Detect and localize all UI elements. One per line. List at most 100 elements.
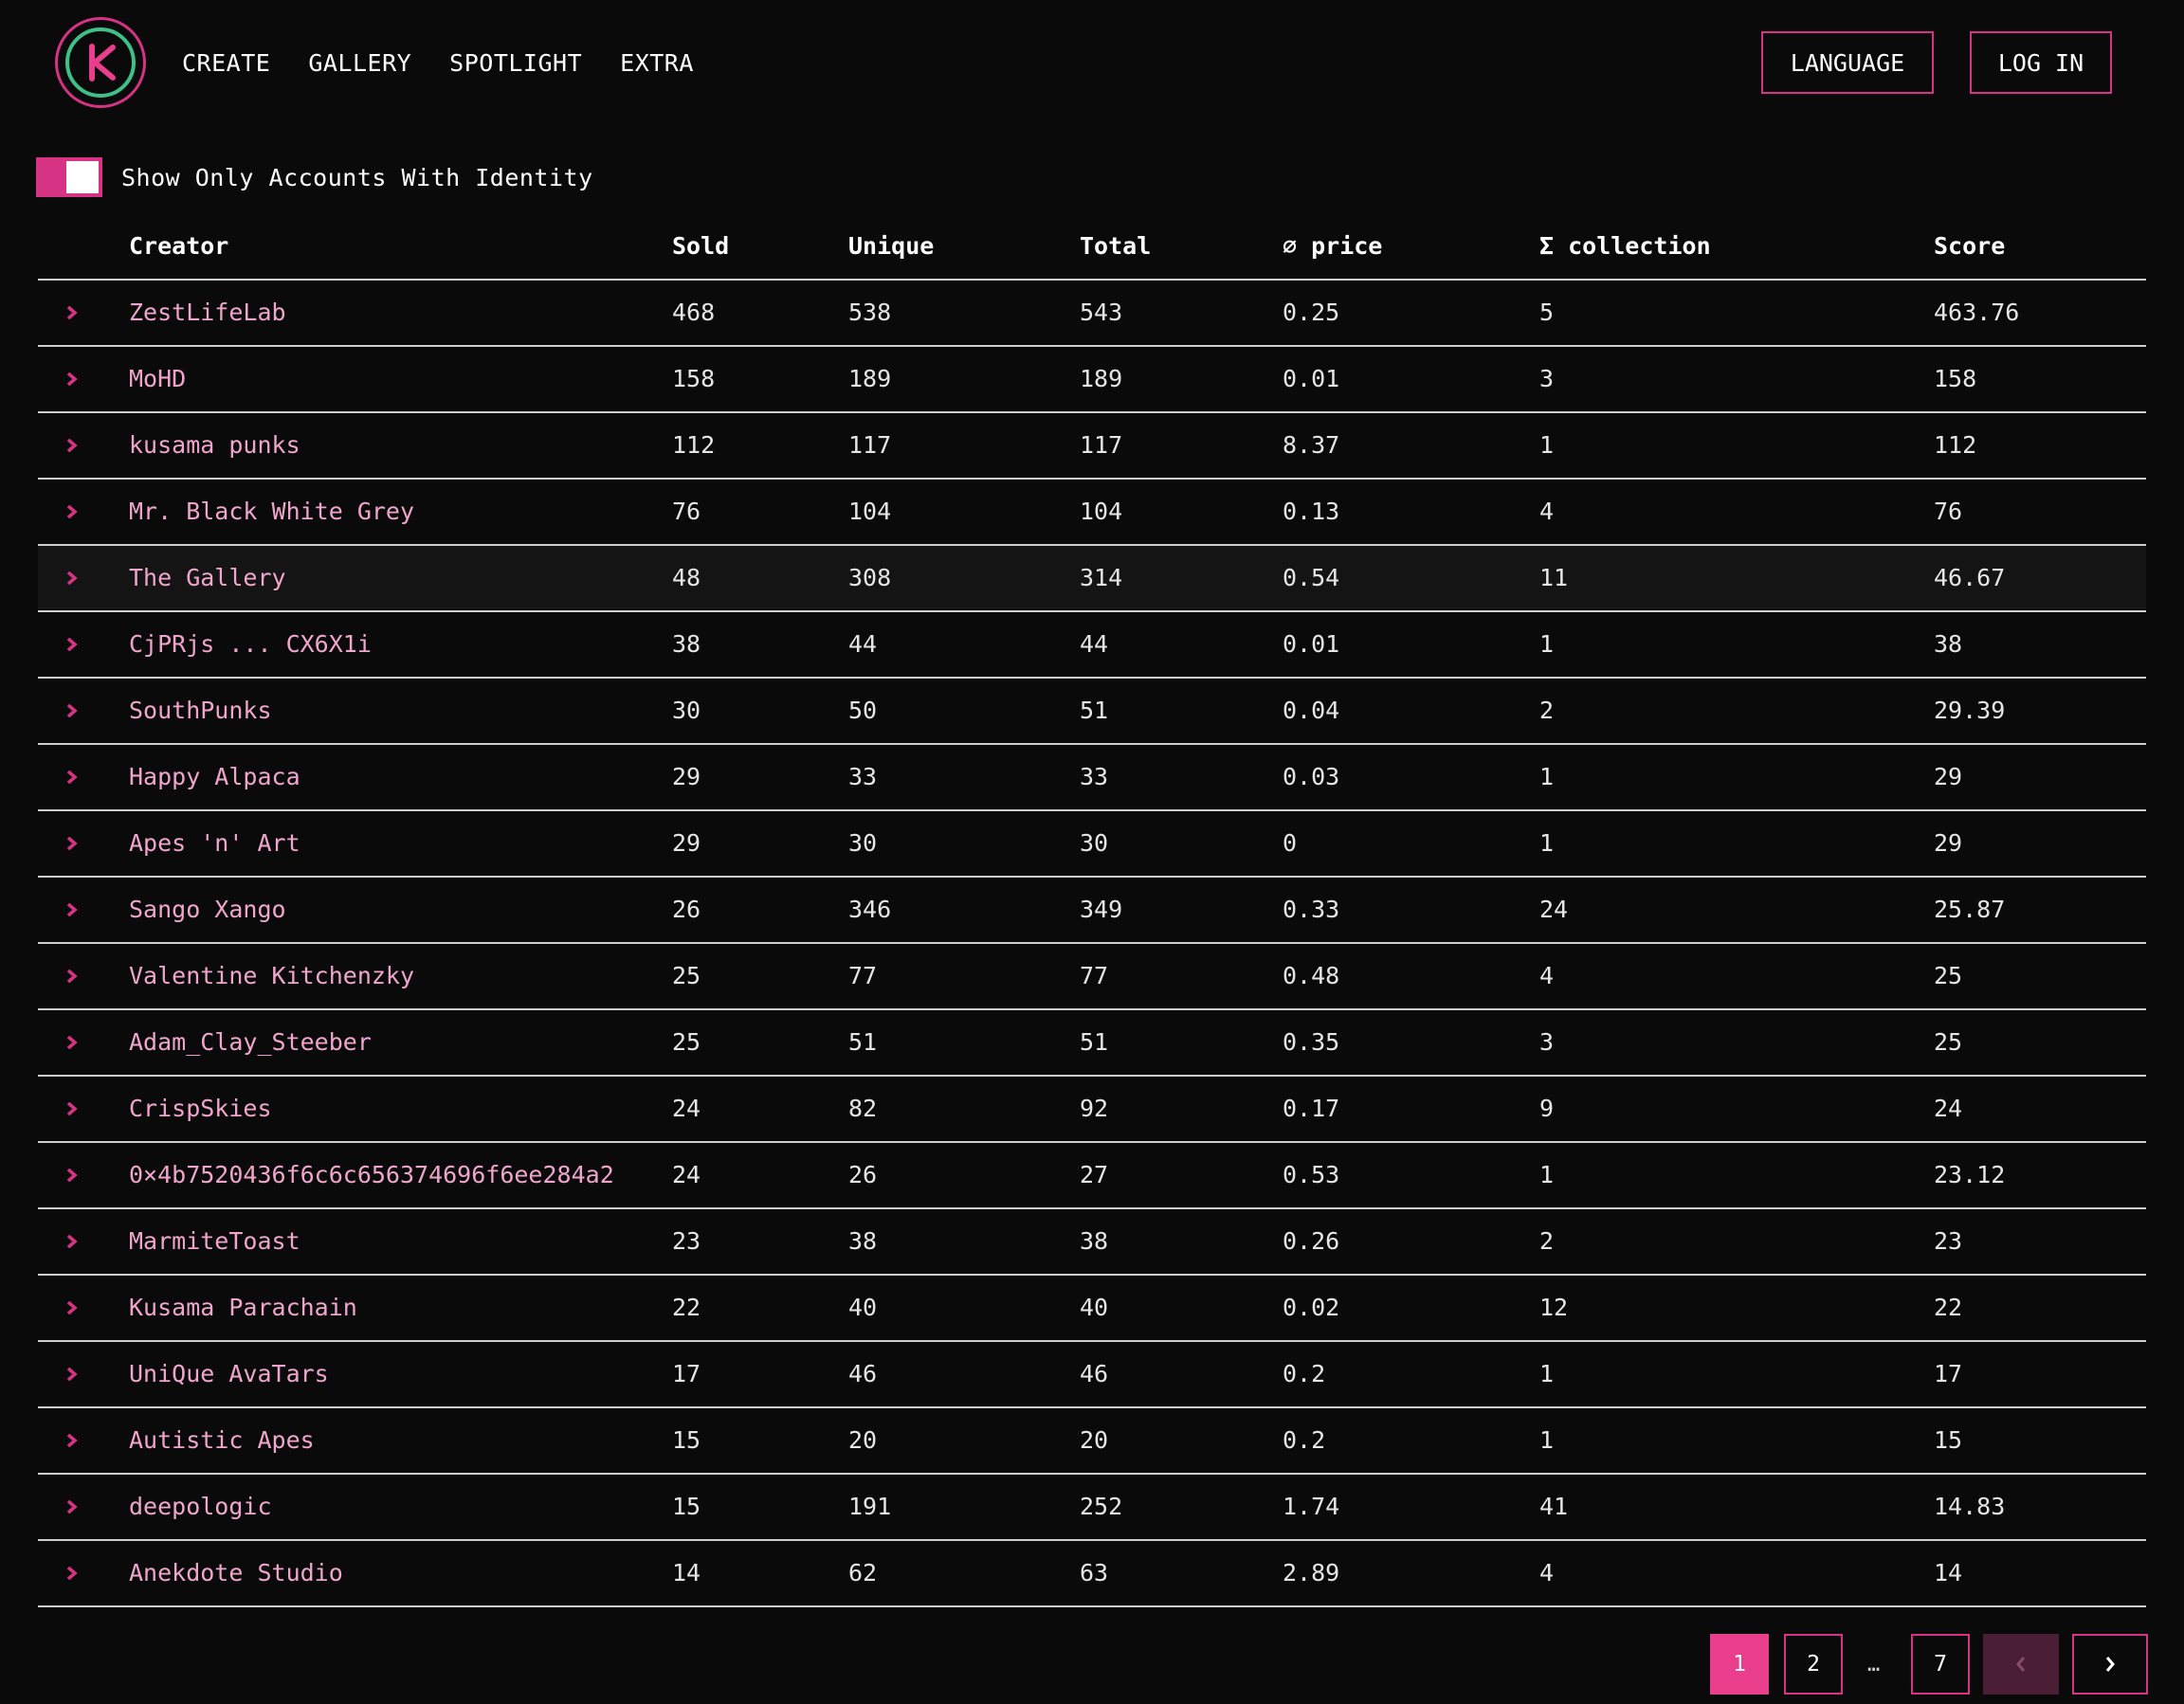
row-creator[interactable]: ZestLifeLab	[129, 281, 286, 345]
identity-toggle[interactable]	[36, 157, 102, 197]
row-creator[interactable]: Autistic Apes	[129, 1408, 315, 1473]
table-row[interactable]: ZestLifeLab 468 538 543 0.25 5 463.76	[38, 281, 2146, 347]
row-total: 38	[1080, 1227, 1109, 1255]
row-score: 25.87	[1934, 896, 2006, 923]
row-score: 38	[1934, 630, 1963, 658]
table-row[interactable]: kusama punks 112 117 117 8.37 1 112	[38, 413, 2146, 480]
row-unique: 189	[848, 365, 892, 392]
table-row[interactable]: Valentine Kitchenzky 25 77 77 0.48 4 25	[38, 944, 2146, 1010]
row-sold: 14	[672, 1559, 701, 1586]
table-row[interactable]: Autistic Apes 15 20 20 0.2 1 15	[38, 1408, 2146, 1475]
expand-chevron-icon[interactable]	[63, 501, 82, 522]
expand-chevron-icon[interactable]	[63, 700, 82, 721]
expand-chevron-icon[interactable]	[63, 1231, 82, 1252]
row-creator[interactable]: UniQue AvaTars	[129, 1342, 329, 1406]
row-score: 22	[1934, 1294, 1963, 1321]
row-creator[interactable]: kusama punks	[129, 413, 300, 478]
header-sold[interactable]: Sold	[672, 231, 729, 262]
table-row[interactable]: Anekdote Studio 14 62 63 2.89 4 14	[38, 1541, 2146, 1607]
table-row[interactable]: MarmiteToast 23 38 38 0.26 2 23	[38, 1209, 2146, 1276]
row-creator[interactable]: Anekdote Studio	[129, 1541, 343, 1605]
row-creator[interactable]: Sango Xango	[129, 878, 286, 942]
row-creator[interactable]: Kusama Parachain	[129, 1276, 357, 1340]
page-2-button[interactable]: 2	[1784, 1634, 1843, 1695]
nav-link-create[interactable]: CREATE	[182, 44, 270, 83]
row-average-price: 0.26	[1283, 1227, 1340, 1255]
language-button[interactable]: LANGUAGE	[1761, 31, 1934, 94]
expand-chevron-icon[interactable]	[63, 1297, 82, 1318]
row-creator[interactable]: CjPRjs ... CX6X1i	[129, 612, 372, 677]
expand-chevron-icon[interactable]	[63, 568, 82, 589]
page-7-button[interactable]: 7	[1911, 1634, 1970, 1695]
row-creator[interactable]: MarmiteToast	[129, 1209, 300, 1274]
row-collection-count: 11	[1539, 564, 1569, 591]
header-collection-count[interactable]: Σ collection	[1539, 231, 1711, 262]
expand-chevron-icon[interactable]	[63, 1364, 82, 1385]
header-unique[interactable]: Unique	[848, 231, 934, 262]
row-total: 117	[1080, 431, 1123, 459]
expand-chevron-icon[interactable]	[63, 302, 82, 323]
nav-link-spotlight[interactable]: SPOTLIGHT	[449, 44, 582, 83]
table-row[interactable]: UniQue AvaTars 17 46 46 0.2 1 17	[38, 1342, 2146, 1408]
table-row[interactable]: Kusama Parachain 22 40 40 0.02 12 22	[38, 1276, 2146, 1342]
row-sold: 26	[672, 896, 701, 923]
row-average-price: 0.48	[1283, 962, 1340, 989]
row-creator[interactable]: Apes 'n' Art	[129, 811, 300, 876]
row-creator[interactable]: Adam_Clay_Steeber	[129, 1010, 372, 1075]
row-sold: 76	[672, 498, 701, 525]
row-score: 46.67	[1934, 564, 2006, 591]
row-average-price: 0.02	[1283, 1294, 1340, 1321]
table-row[interactable]: 0×4b7520436f6c6c656374696f6ee284a2 24 26 27…	[38, 1143, 2146, 1209]
table-row[interactable]: Sango Xango 26 346 349 0.33 24 25.87	[38, 878, 2146, 944]
row-creator[interactable]: MoHD	[129, 347, 186, 411]
nav-link-extra[interactable]: EXTRA	[620, 44, 694, 83]
table-row[interactable]: deepologic 15 191 252 1.74 41 14.83	[38, 1475, 2146, 1541]
prev-page-button[interactable]	[1983, 1634, 2059, 1695]
row-creator[interactable]: Valentine Kitchenzky	[129, 944, 414, 1008]
row-creator[interactable]: Mr. Black White Grey	[129, 480, 414, 544]
table-row[interactable]: Happy Alpaca 29 33 33 0.03 1 29	[38, 745, 2146, 811]
table-row[interactable]: Mr. Black White Grey 76 104 104 0.13 4 76	[38, 480, 2146, 546]
row-score: 14	[1934, 1559, 1963, 1586]
header-total[interactable]: Total	[1080, 231, 1151, 262]
expand-chevron-icon[interactable]	[63, 1098, 82, 1119]
expand-chevron-icon[interactable]	[63, 1165, 82, 1186]
expand-chevron-icon[interactable]	[63, 435, 82, 456]
row-creator[interactable]: The Gallery	[129, 546, 286, 610]
table-row[interactable]: Adam_Clay_Steeber 25 51 51 0.35 3 25	[38, 1010, 2146, 1077]
login-button[interactable]: LOG IN	[1970, 31, 2112, 94]
table-row[interactable]: SouthPunks 30 50 51 0.04 2 29.39	[38, 679, 2146, 745]
row-unique: 40	[848, 1294, 878, 1321]
expand-chevron-icon[interactable]	[63, 1430, 82, 1451]
kodadot-logo-icon[interactable]	[55, 17, 146, 108]
table-row[interactable]: The Gallery 48 308 314 0.54 11 46.67	[38, 546, 2146, 612]
expand-chevron-icon[interactable]	[63, 1496, 82, 1517]
expand-chevron-icon[interactable]	[63, 369, 82, 390]
table-row[interactable]: MoHD 158 189 189 0.01 3 158	[38, 347, 2146, 413]
nav-link-gallery[interactable]: GALLERY	[308, 44, 411, 83]
expand-chevron-icon[interactable]	[63, 833, 82, 854]
expand-chevron-icon[interactable]	[63, 966, 82, 987]
table-row[interactable]: CrispSkies 24 82 92 0.17 9 24	[38, 1077, 2146, 1143]
page-1-button[interactable]: 1	[1710, 1634, 1769, 1695]
table-row[interactable]: Apes 'n' Art 29 30 30 0 1 29	[38, 811, 2146, 878]
row-unique: 46	[848, 1360, 878, 1387]
expand-chevron-icon[interactable]	[63, 1032, 82, 1053]
row-unique: 77	[848, 962, 878, 989]
row-creator[interactable]: CrispSkies	[129, 1077, 272, 1141]
row-creator[interactable]: 0×4b7520436f6c6c656374696f6ee284a2	[129, 1143, 614, 1207]
identity-filter: Show Only Accounts With Identity	[36, 157, 593, 197]
row-creator[interactable]: deepologic	[129, 1475, 272, 1539]
expand-chevron-icon[interactable]	[63, 634, 82, 655]
next-page-button[interactable]	[2072, 1634, 2148, 1695]
row-creator[interactable]: SouthPunks	[129, 679, 272, 743]
expand-chevron-icon[interactable]	[63, 899, 82, 920]
header-creator[interactable]: Creator	[129, 231, 228, 262]
table-row[interactable]: CjPRjs ... CX6X1i 38 44 44 0.01 1 38	[38, 612, 2146, 679]
header-score[interactable]: Score	[1934, 231, 2005, 262]
row-score: 24	[1934, 1095, 1963, 1122]
expand-chevron-icon[interactable]	[63, 1563, 82, 1584]
row-creator[interactable]: Happy Alpaca	[129, 745, 300, 809]
header-average-price[interactable]: ∅ price	[1283, 231, 1382, 262]
expand-chevron-icon[interactable]	[63, 767, 82, 788]
